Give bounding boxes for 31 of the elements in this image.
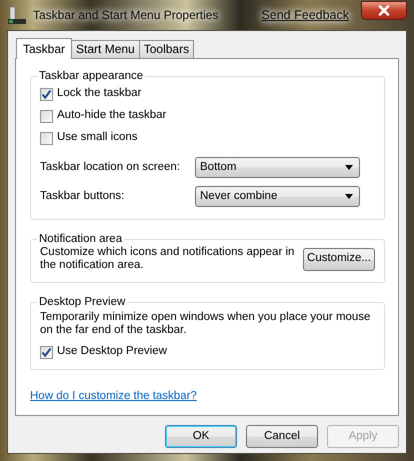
checkbox-label: Use Desktop Preview [57, 344, 167, 360]
tab[interactable]: Taskbar [16, 38, 72, 59]
field-label: Taskbar buttons: [40, 188, 126, 204]
app-icon [7, 5, 27, 25]
field-label: Taskbar location on screen: [40, 160, 181, 175]
feedback-link[interactable]: Send Feedback [261, 6, 349, 24]
checkbox-label: Lock the taskbar [57, 86, 142, 102]
dialog-button[interactable]: OK [165, 425, 237, 448]
description: Customize which icons and notifications appear in the notification area. [40, 246, 295, 272]
checkbox[interactable] [40, 88, 53, 100]
customize-button[interactable]: Customize... [303, 248, 375, 270]
description: Temporarily minimize open windows when you place your mouse on the far end of the taskbar. [40, 311, 372, 337]
close-icon [378, 5, 390, 16]
tab[interactable]: Toolbars [138, 40, 194, 58]
checkbox[interactable] [40, 132, 53, 144]
group-label: Desktop Preview [38, 295, 126, 309]
checkbox[interactable] [40, 346, 53, 358]
group-label: Taskbar appearance [38, 69, 144, 83]
checkbox-label: Use small icons [57, 130, 138, 146]
close-button[interactable] [361, 1, 407, 20]
dropdown[interactable]: Never combine [195, 186, 360, 207]
checkbox-label: Auto-hide the taskbar [57, 108, 166, 124]
caret-icon [345, 165, 353, 170]
caret-icon [345, 194, 353, 199]
group-label: Notification area [38, 232, 124, 246]
help-link[interactable]: How do I customize the taskbar? [30, 388, 197, 406]
dialog-button[interactable]: Cancel [246, 425, 318, 448]
tab[interactable]: Start Menu [71, 40, 140, 58]
dropdown[interactable]: Bottom [195, 157, 360, 178]
window-title: Taskbar and Start Menu Properties [33, 7, 218, 24]
checkbox[interactable] [40, 110, 53, 122]
